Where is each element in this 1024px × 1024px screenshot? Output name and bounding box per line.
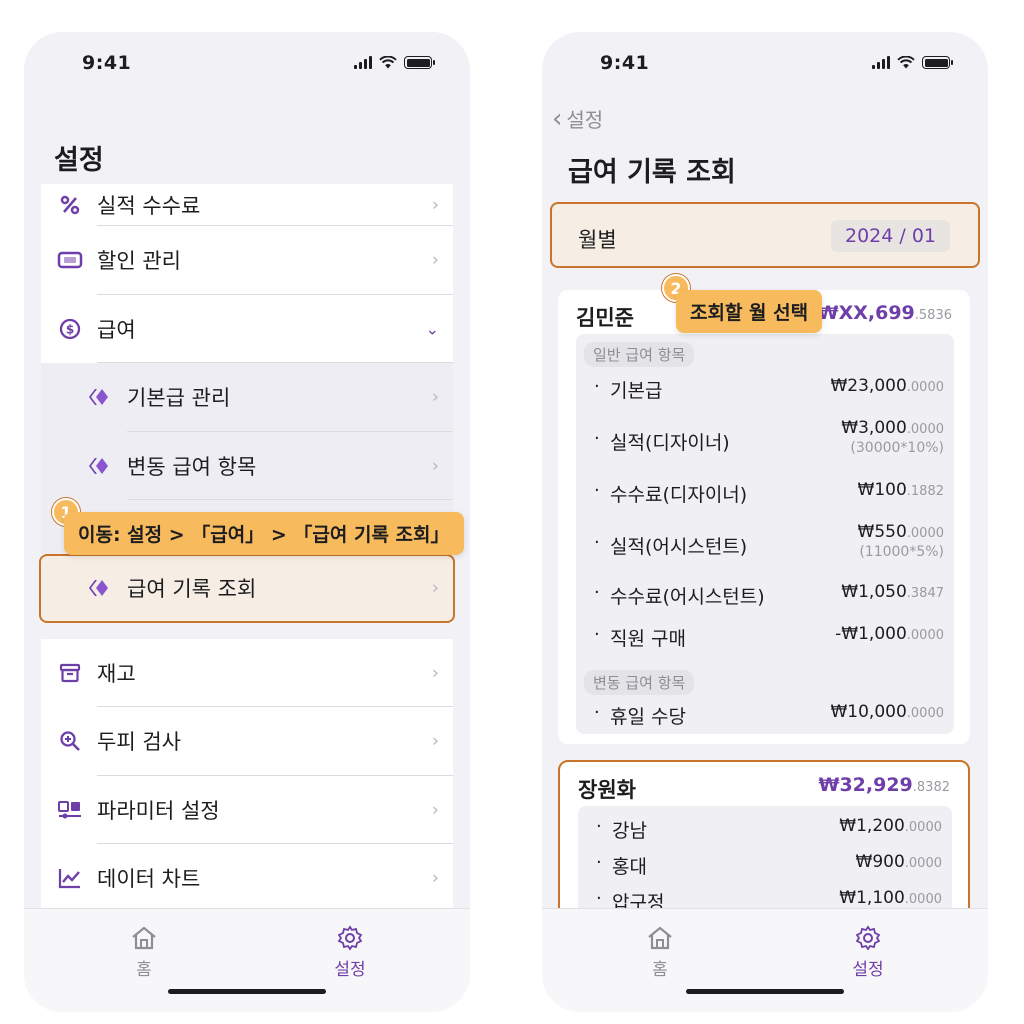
settings-item-label: 재고 — [97, 661, 136, 686]
settings-item-data-chart[interactable]: 데이터 차트 › — [41, 844, 453, 913]
settings-item-label: 파라미터 설정 — [97, 798, 220, 823]
chevron-right-icon: › — [431, 867, 439, 889]
wifi-icon — [897, 56, 915, 69]
settings-item-label: 두피 검사 — [97, 730, 181, 755]
group-tag: 변동 급여 항목 — [584, 670, 695, 695]
tab-bar: 홈 설정 — [24, 908, 470, 1012]
settings-subitem-variable-pay[interactable]: 변동 급여 항목 › — [41, 431, 453, 500]
svg-text:$: $ — [66, 322, 74, 336]
group-tag: 일반 급여 항목 — [584, 342, 695, 367]
tab-label: 홈 — [136, 960, 152, 980]
diamond-icon — [87, 453, 113, 479]
params-icon — [57, 797, 83, 823]
settings-item-parameters[interactable]: 파라미터 설정 › — [41, 775, 453, 844]
chevron-right-icon: › — [431, 386, 439, 408]
settings-item-inventory[interactable]: 재고 › — [41, 638, 453, 707]
employee-name: 장원화 — [578, 778, 636, 802]
wifi-icon — [379, 56, 397, 69]
tab-bar: 홈 설정 — [542, 908, 988, 1012]
chevron-right-icon: › — [431, 662, 439, 684]
page-title: 급여 기록 조회 — [568, 157, 736, 188]
phone-settings-screen: 9:41 설정 실적 수수료 › 할인 관리 › $ 급여 ⌄ 기본급 관리 › — [24, 32, 470, 1012]
status-time: 9:41 — [82, 52, 132, 74]
chevron-right-icon: › — [431, 577, 439, 599]
settings-item-label: 실적 수수료 — [97, 194, 201, 218]
tab-label: 설정 — [334, 960, 366, 980]
gear-icon — [838, 923, 898, 953]
chevron-down-icon: ⌄ — [425, 319, 439, 339]
chevron-right-icon: › — [431, 249, 439, 271]
settings-item-label: 데이터 차트 — [97, 867, 201, 892]
tab-home[interactable]: 홈 — [630, 923, 690, 980]
gear-icon — [320, 923, 380, 953]
status-time: 9:41 — [600, 52, 650, 74]
diamond-icon — [87, 384, 113, 410]
battery-icon — [922, 56, 953, 69]
battery-icon — [404, 56, 435, 69]
navigation-tooltip: 이동: 설정 > 「급여」 > 「급여 기록 조회」 — [64, 512, 464, 555]
home-indicator — [168, 989, 326, 994]
settings-item-label: 변동 급여 항목 — [127, 454, 257, 479]
settings-item-label: 급여 — [97, 317, 136, 342]
payroll-icon: $ — [57, 316, 83, 342]
month-label: 월별 — [578, 228, 617, 252]
page-title: 설정 — [54, 145, 104, 176]
tab-settings[interactable]: 설정 — [838, 923, 898, 980]
settings-subitem-payroll-history[interactable]: 급여 기록 조회 › — [39, 554, 455, 623]
settings-item-label: 급여 기록 조회 — [127, 577, 257, 602]
diamond-icon — [87, 575, 113, 601]
status-bar: 9:41 — [542, 32, 988, 92]
settings-subitem-base-pay[interactable]: 기본급 관리 › — [41, 363, 453, 432]
tab-settings[interactable]: 설정 — [320, 923, 380, 980]
chevron-left-icon: ‹ — [552, 103, 563, 134]
settings-item-label: 할인 관리 — [97, 249, 181, 274]
chart-icon — [57, 865, 83, 891]
employee-total: ₩32,929.8382 — [818, 774, 951, 796]
chevron-right-icon: › — [431, 455, 439, 477]
tab-home[interactable]: 홈 — [114, 923, 174, 980]
home-icon — [114, 923, 174, 953]
settings-item-discount[interactable]: 할인 관리 › — [41, 226, 453, 295]
month-value[interactable]: 2024 / 01 — [830, 220, 950, 252]
settings-item-payroll[interactable]: $ 급여 ⌄ — [41, 294, 453, 363]
pay-group-box: 일반 급여 항목 · 기본급 ₩23,000.0000 · 실적(디자이너) ₩3,… — [576, 334, 954, 734]
home-indicator — [686, 989, 844, 994]
ticket-icon — [57, 247, 83, 273]
phone-payroll-history-screen: 9:41 ‹ 설정 급여 기록 조회 월별 2024 / 01 김민준 ₩XX,… — [542, 32, 988, 1012]
signal-icon — [354, 56, 372, 69]
zoom-icon — [57, 728, 83, 754]
chevron-right-icon: › — [431, 730, 439, 752]
employee-total: ₩XX,699.5836 — [817, 302, 952, 324]
chevron-right-icon: › — [431, 194, 439, 216]
select-month-tooltip: 조회할 월 선택 — [676, 290, 823, 333]
tab-label: 설정 — [852, 960, 884, 980]
settings-item-commission[interactable]: 실적 수수료 › — [41, 184, 453, 226]
status-bar: 9:41 — [24, 32, 470, 92]
back-label: 설정 — [566, 108, 604, 132]
tab-label: 홈 — [652, 960, 668, 980]
chevron-right-icon: › — [431, 799, 439, 821]
archive-icon — [57, 660, 83, 686]
percent-icon — [57, 192, 83, 218]
month-selector[interactable]: 월별 2024 / 01 — [550, 202, 980, 268]
employee-name: 김민준 — [576, 306, 634, 330]
back-button[interactable]: ‹ 설정 — [552, 104, 603, 133]
signal-icon — [872, 56, 890, 69]
settings-item-scalp-test[interactable]: 두피 검사 › — [41, 707, 453, 776]
settings-item-label: 기본급 관리 — [127, 386, 231, 411]
home-icon — [630, 923, 690, 953]
employee-card: 김민준 ₩XX,699.5836 일반 급여 항목 · 기본급 ₩23,000.0… — [558, 290, 970, 744]
